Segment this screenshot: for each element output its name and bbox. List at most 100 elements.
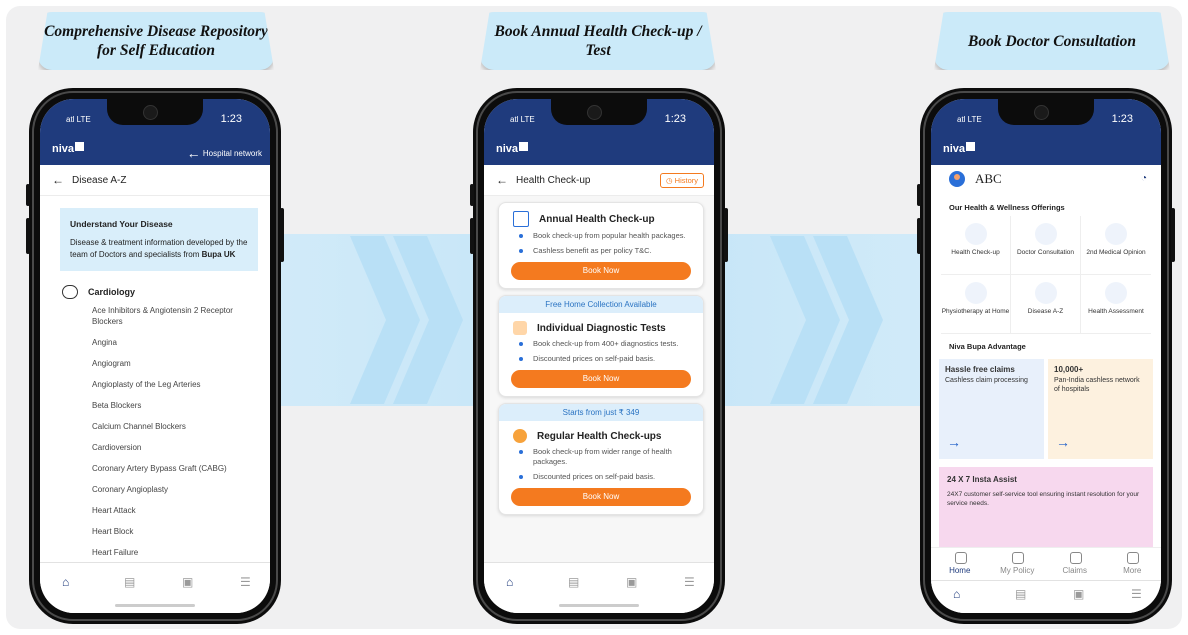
book-now-button[interactable]: Book Now (511, 370, 691, 388)
home-icon[interactable]: ⌂ (506, 575, 513, 589)
stethoscope-icon (1034, 223, 1057, 245)
hospital-network-link[interactable]: ← Hospital network (187, 145, 262, 161)
list-item[interactable]: Ace Inhibitors & Angiotensin 2 Receptor … (92, 305, 270, 327)
policy-icon[interactable]: ▤ (568, 575, 579, 589)
checkup-icon (513, 211, 529, 227)
list-item[interactable]: Beta Blockers (92, 400, 270, 411)
menu-icon[interactable]: ☰ (240, 575, 251, 589)
clock: 1:23 (220, 113, 242, 125)
screen: atl LTE 1:23 niva ABC ◔ Our Health & Wel… (931, 99, 1161, 613)
health-checkup-content: ← Health Check-up ◷ History Annual Health… (484, 165, 714, 563)
doctor-icon (1105, 223, 1127, 245)
policy-icon (1012, 552, 1025, 564)
nav-home[interactable]: Home (931, 548, 989, 582)
section-cardiology[interactable]: Cardiology (62, 285, 270, 299)
page-header: ← Health Check-up ◷ History (484, 165, 714, 196)
home-icon (954, 552, 967, 564)
advantage-claims-card[interactable]: Hassle free claims Cashless claim proces… (939, 359, 1044, 459)
disease-list: Ace Inhibitors & Angiotensin 2 Receptor … (92, 305, 270, 558)
advantage-network-card[interactable]: 10,000+ Pan-India cashless network of ho… (1048, 359, 1153, 459)
assessment-icon (1105, 282, 1127, 304)
bottom-tab-bar: ⌂ ▤ ▣ ☰ (931, 580, 1161, 613)
policy-icon[interactable]: ▤ (124, 575, 135, 589)
offering-health-checkup[interactable]: Health Check-up (941, 216, 1011, 275)
banner-health-checkup: Book Annual Health Check-up / Test (480, 12, 716, 70)
book-now-button[interactable]: Book Now (511, 262, 691, 280)
insta-assist-card[interactable]: 24 X 7 Insta Assist 24X7 customer self-s… (939, 467, 1153, 547)
nav-my-policy[interactable]: My Policy (989, 548, 1047, 582)
app-bar: niva (931, 137, 1161, 165)
offering-doctor-consultation[interactable]: Doctor Consultation (1011, 216, 1081, 275)
list-item[interactable]: Calcium Channel Blockers (92, 421, 270, 432)
health-icon (513, 429, 527, 443)
home-icon[interactable]: ⌂ (62, 575, 69, 589)
list-item[interactable]: Angioplasty of the Leg Arteries (92, 379, 270, 390)
home-content: ABC ◔ Our Health & Wellness Offerings He… (931, 165, 1161, 547)
history-button[interactable]: ◷ History (660, 173, 704, 188)
offering-physiotherapy[interactable]: Physiotherapy at Home (941, 275, 1011, 334)
list-item[interactable]: Cardioversion (92, 442, 270, 453)
list-item[interactable]: Angina (92, 337, 270, 348)
info-box: Understand Your Disease Disease & treatm… (60, 208, 258, 271)
claims-icon[interactable]: ▣ (626, 575, 637, 589)
offering-second-opinion[interactable]: 2nd Medical Opinion (1081, 216, 1151, 275)
page-header: ← Disease A-Z (40, 165, 270, 196)
app-nav-bar: Home My Policy Claims More (931, 547, 1161, 582)
menu-icon[interactable]: ☰ (684, 575, 695, 589)
back-arrow-icon[interactable]: ← (496, 173, 508, 187)
list-item[interactable]: Angiogram (92, 358, 270, 369)
nav-more[interactable]: More (1104, 548, 1162, 582)
avatar[interactable] (949, 171, 965, 187)
list-item[interactable]: Heart Failure (92, 547, 270, 558)
knee-icon (964, 282, 987, 304)
banner-disease-repository: Comprehensive Disease Repository for Sel… (38, 12, 274, 70)
offering-disease-az[interactable]: Disease A-Z (1011, 275, 1081, 334)
refresh-icon[interactable]: ◔ (1141, 173, 1147, 184)
policy-icon[interactable]: ▤ (1015, 587, 1026, 601)
book-now-button[interactable]: Book Now (511, 488, 691, 506)
advantage-row: Hassle free claims Cashless claim proces… (939, 359, 1153, 459)
nav-claims[interactable]: Claims (1046, 548, 1104, 582)
screen: atl LTE 1:23 niva ← Hospital network ← Di… (40, 99, 270, 613)
disease-list-content: ← Disease A-Z Understand Your Disease Dis… (40, 165, 270, 563)
app-bar: niva ← Hospital network (40, 137, 270, 165)
offerings-grid: Health Check-up Doctor Consultation 2nd … (941, 216, 1151, 334)
banner-doctor-consultation: Book Doctor Consultation (934, 12, 1170, 70)
arrow-right-icon: → (947, 434, 961, 450)
claims-icon[interactable]: ▣ (182, 575, 193, 589)
back-arrow-icon[interactable]: ← (52, 173, 64, 187)
phone-disease-repository: atl LTE 1:23 niva ← Hospital network ← Di… (26, 88, 284, 624)
heart-icon (62, 285, 78, 299)
claims-icon[interactable]: ▣ (1073, 587, 1084, 601)
list-item[interactable]: Coronary Artery Bypass Graft (CABG) (92, 463, 270, 474)
niva-logo: niva (52, 142, 85, 155)
list-item[interactable]: Coronary Angioplasty (92, 484, 270, 495)
claims-icon (1069, 552, 1082, 564)
card-regular-checkups: Starts from just ₹ 349 Regular Health Ch… (498, 403, 704, 515)
niva-logo: niva (943, 142, 976, 155)
menu-icon[interactable]: ☰ (1131, 587, 1142, 601)
card-annual-checkup: Annual Health Check-up Book check-up fro… (498, 202, 704, 289)
list-item[interactable]: Heart Attack (92, 505, 270, 516)
home-icon[interactable]: ⌂ (953, 587, 960, 601)
arrow-right-icon: → (1056, 434, 1070, 450)
niva-logo: niva (496, 142, 529, 155)
microscope-icon (964, 223, 987, 245)
card-diagnostic-tests: Free Home Collection Available Individua… (498, 295, 704, 397)
arrow-left-icon: ← (186, 145, 201, 161)
virus-icon (1034, 282, 1057, 304)
screen: atl LTE 1:23 niva ← Health Check-up ◷ His… (484, 99, 714, 613)
chevron-right-icon (813, 236, 883, 404)
offering-health-assessment[interactable]: Health Assessment (1081, 275, 1151, 334)
phone-doctor-consultation: atl LTE 1:23 niva ABC ◔ Our Health & Wel… (917, 88, 1175, 624)
app-bar: niva (484, 137, 714, 165)
lab-test-icon (513, 321, 527, 335)
phone-health-checkup: atl LTE 1:23 niva ← Health Check-up ◷ His… (470, 88, 728, 624)
user-header: ABC ◔ (931, 165, 1161, 193)
chevron-right-icon (393, 236, 463, 404)
signal-indicator: atl LTE (66, 115, 91, 124)
bottom-tab-bar: ⌂ ▤ ▣ ☰ (40, 562, 270, 613)
menu-icon (1127, 552, 1140, 564)
bottom-tab-bar: ⌂ ▤ ▣ ☰ (484, 562, 714, 613)
list-item[interactable]: Heart Block (92, 526, 270, 537)
